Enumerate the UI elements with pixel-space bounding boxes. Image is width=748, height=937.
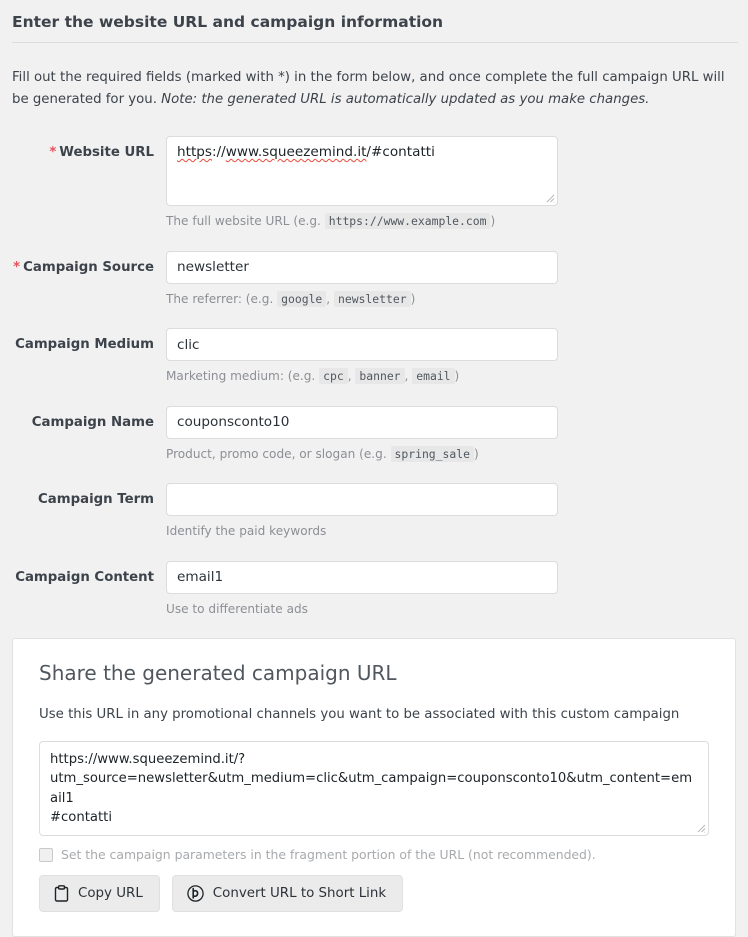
field-row-campaign-content: Campaign Content Use to differentiate ad… <box>0 560 748 639</box>
share-generated-url-panel: Share the generated campaign URL Use thi… <box>12 638 736 937</box>
field-row-campaign-source: *Campaign Source The referrer: (e.g. goo… <box>0 250 748 329</box>
fragment-checkbox-row[interactable]: Set the campaign parameters in the fragm… <box>39 847 709 863</box>
help-code-website-url-0: https://www.example.com <box>324 213 491 230</box>
help-suffix-campaign-source: ) <box>410 291 416 306</box>
field-row-campaign-term: Campaign Term Identify the paid keywords <box>0 483 748 561</box>
control-campaign-name: Product, promo code, or slogan (e.g. spr… <box>166 405 748 484</box>
url-part-path: /#contatti <box>366 144 435 161</box>
url-part-host: www.squeezemind.it <box>225 144 367 161</box>
url-part-separator: :// <box>212 144 226 161</box>
help-suffix-campaign-medium: ) <box>454 369 460 384</box>
copy-url-button-label: Copy URL <box>78 885 143 901</box>
intro-paragraph: Fill out the required fields (marked wit… <box>12 67 734 110</box>
website-url-textarea[interactable]: https://www.squeezemind.it/#contatti <box>166 136 558 207</box>
field-row-campaign-name: Campaign Name Product, promo code, or sl… <box>0 405 748 484</box>
label-text-campaign-name: Campaign Name <box>31 414 154 430</box>
help-code-campaign-source-1: newsletter <box>334 290 411 307</box>
label-text-campaign-medium: Campaign Medium <box>15 337 154 353</box>
campaign-form: * Website URL https://www.squeezemind.it/… <box>0 136 748 638</box>
help-prefix-website-url: The full website URL (e.g. <box>166 214 325 229</box>
campaign-url-builder-page: Enter the website URL and campaign infor… <box>0 0 748 937</box>
generated-url-line-0: https://www.squeezemind.it/? <box>50 752 246 768</box>
label-campaign-medium: Campaign Medium <box>0 328 166 353</box>
campaign-term-input[interactable] <box>166 483 558 517</box>
help-website-url: The full website URL (e.g. https://www.e… <box>166 213 736 231</box>
help-code-campaign-source-0: google <box>277 290 327 307</box>
header-divider <box>12 42 738 44</box>
help-code-campaign-name-0: spring_sale <box>390 445 474 462</box>
field-row-campaign-medium: Campaign Medium Marketing medium: (e.g. … <box>0 328 748 406</box>
campaign-content-input[interactable] <box>166 560 558 594</box>
label-campaign-source: * Campaign Source <box>0 251 166 276</box>
action-button-row: Copy URL Convert URL to Short Link <box>39 875 709 913</box>
url-part-scheme: https <box>177 144 212 161</box>
label-text-campaign-source: Campaign Source <box>23 259 154 275</box>
required-asterisk-campaign-source: * <box>13 259 21 275</box>
help-campaign-term: Identify the paid keywords <box>166 524 327 539</box>
bitly-icon <box>187 885 204 902</box>
control-campaign-source: The referrer: (e.g. google, newsletter) <box>166 250 748 329</box>
label-campaign-term: Campaign Term <box>0 483 166 508</box>
label-website-url: * Website URL <box>0 136 166 161</box>
help-campaign-content: Use to differentiate ads <box>166 601 308 616</box>
label-campaign-name: Campaign Name <box>0 406 166 431</box>
help-suffix-campaign-name: ) <box>473 446 479 461</box>
control-campaign-term: Identify the paid keywords <box>166 483 748 561</box>
help-suffix-website-url: ) <box>490 214 496 229</box>
generated-url-textarea[interactable]: https://www.squeezemind.it/? utm_source=n… <box>39 741 709 836</box>
share-panel-title: Share the generated campaign URL <box>39 661 397 686</box>
help-code-campaign-medium-2: email <box>412 368 455 385</box>
label-text-campaign-term: Campaign Term <box>38 492 154 508</box>
label-text-website-url: Website URL <box>59 145 154 161</box>
control-website-url: https://www.squeezemind.it/#contatti The… <box>166 136 748 251</box>
control-campaign-medium: Marketing medium: (e.g. cpc, banner, ema… <box>166 328 748 406</box>
control-campaign-content: Use to differentiate ads <box>166 560 748 639</box>
share-panel-subtitle: Use this URL in any promotional channels… <box>39 707 680 723</box>
help-prefix-campaign-name: Product, promo code, or slogan (e.g. <box>166 446 391 461</box>
resize-handle-icon[interactable] <box>545 193 555 203</box>
clipboard-icon <box>54 885 69 902</box>
intro-note: Note: the generated URL is automatically… <box>161 91 650 107</box>
fragment-checkbox[interactable] <box>39 847 53 862</box>
campaign-source-input[interactable] <box>166 250 558 284</box>
field-row-website-url: * Website URL https://www.squeezemind.it/… <box>0 136 748 251</box>
help-campaign-medium: Marketing medium: (e.g. cpc, banner, ema… <box>166 368 736 386</box>
convert-short-link-button[interactable]: Convert URL to Short Link <box>171 875 404 913</box>
help-comma-campaign-source: , <box>326 291 334 306</box>
label-campaign-content: Campaign Content <box>0 561 166 586</box>
convert-short-link-button-label: Convert URL to Short Link <box>212 885 387 901</box>
required-asterisk-website-url: * <box>49 145 57 161</box>
help-campaign-name: Product, promo code, or slogan (e.g. spr… <box>166 445 736 464</box>
campaign-name-input[interactable] <box>166 405 558 439</box>
page-header: Enter the website URL and campaign infor… <box>0 0 748 44</box>
resize-handle-icon[interactable] <box>696 823 706 833</box>
generated-url-line-1: utm_source=newsletter&utm_medium=clic&ut… <box>50 771 693 806</box>
help-code-campaign-medium-1: banner <box>355 368 405 385</box>
help-campaign-source: The referrer: (e.g. google, newsletter) <box>166 290 736 309</box>
label-text-campaign-content: Campaign Content <box>15 569 154 585</box>
help-prefix-campaign-source: The referrer: (e.g. <box>166 291 278 306</box>
generated-url-line-2: #contatti <box>50 809 112 825</box>
fragment-checkbox-label: Set the campaign parameters in the fragm… <box>61 846 596 862</box>
copy-url-button[interactable]: Copy URL <box>39 875 160 913</box>
help-prefix-campaign-medium: Marketing medium: (e.g. <box>166 369 320 384</box>
campaign-medium-input[interactable] <box>166 328 558 362</box>
page-title: Enter the website URL and campaign infor… <box>12 13 444 31</box>
help-code-campaign-medium-0: cpc <box>319 368 348 385</box>
